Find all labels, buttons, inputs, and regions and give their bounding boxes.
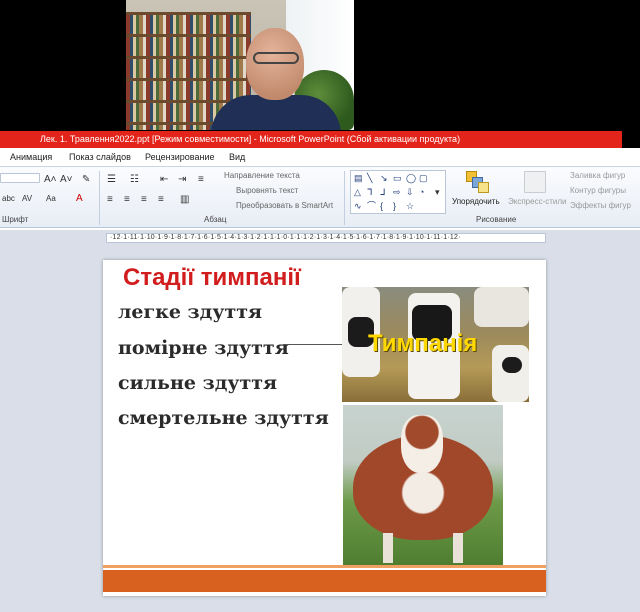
- ribbon-tabs: Анимация Показ слайдов Рецензирование Ви…: [0, 148, 640, 166]
- align-center-icon[interactable]: ≡: [124, 195, 130, 205]
- font-color-icon[interactable]: A: [76, 194, 83, 204]
- cow-leg: [383, 533, 393, 563]
- connector-line: [283, 344, 345, 345]
- group-label-drawing: Рисование: [476, 215, 517, 224]
- align-left-icon[interactable]: ≡: [107, 195, 113, 205]
- convert-smartart-button[interactable]: Преобразовать в SmartArt: [236, 201, 333, 210]
- group-label-font: Шрифт: [2, 215, 29, 224]
- clear-format-icon[interactable]: ✎: [82, 175, 90, 185]
- presenter-body: [211, 95, 341, 130]
- spacing-icon[interactable]: AV: [22, 194, 32, 204]
- justify-icon[interactable]: ≡: [158, 195, 164, 205]
- numbering-icon[interactable]: ☷: [130, 175, 139, 185]
- tab-review[interactable]: Рецензирование: [145, 152, 215, 162]
- ribbon: Анимация Показ слайдов Рецензирование Ви…: [0, 148, 640, 230]
- brace-right-shape-icon[interactable]: }: [393, 201, 396, 211]
- font-size-box[interactable]: [0, 173, 40, 183]
- columns-icon[interactable]: ▥: [180, 195, 189, 205]
- slide-footer-line: [103, 565, 546, 568]
- stage-item-3[interactable]: сильне здуття: [118, 372, 277, 394]
- window-title: Лек. 1. Травлення2022.ppt [Режим совмест…: [0, 131, 622, 148]
- bullets-icon[interactable]: ☰: [107, 175, 116, 185]
- quick-styles-icon[interactable]: [524, 171, 546, 193]
- tab-animation[interactable]: Анимация: [10, 152, 52, 162]
- cow-shape: [474, 287, 529, 327]
- ribbon-body: A˄ A˅ ✎ abc AV Aa A Шрифт ☰ ☷ ⇤ ⇥ ≡ ≡ ≡ …: [0, 166, 640, 228]
- text-direction-button[interactable]: Направление текста: [224, 171, 300, 180]
- slide-footer-bar: [103, 570, 546, 592]
- shape-fill-button[interactable]: Заливка фигур: [570, 171, 625, 180]
- shape-effects-button[interactable]: Эффекты фигур: [570, 201, 631, 210]
- arrow-shape-icon[interactable]: ↘: [380, 173, 388, 183]
- cow-leg: [453, 533, 463, 563]
- curve-shape-icon[interactable]: ∿: [354, 201, 362, 211]
- quick-styles-button[interactable]: Экспресс-стили: [508, 197, 567, 206]
- bloated-cow-photo[interactable]: [343, 405, 503, 567]
- shape-outline-button[interactable]: Контур фигуры: [570, 186, 626, 195]
- separator: [99, 171, 100, 225]
- rounded-rect-shape-icon[interactable]: ▢: [419, 173, 428, 183]
- text-box-shape-icon[interactable]: ▤: [354, 173, 363, 183]
- tab-slideshow[interactable]: Показ слайдов: [69, 152, 131, 162]
- connector-shape-icon[interactable]: ᒣ: [367, 187, 373, 197]
- photo-label[interactable]: Тимпанія: [368, 330, 477, 358]
- rectangle-shape-icon[interactable]: ▭: [393, 173, 402, 183]
- callout-shape-icon[interactable]: ◔: [419, 187, 424, 197]
- triangle-shape-icon[interactable]: △: [354, 187, 361, 197]
- stage-item-2[interactable]: помірне здуття: [118, 337, 289, 359]
- grow-font-icon[interactable]: A˄: [44, 175, 57, 185]
- change-case-icon[interactable]: Aa: [46, 194, 56, 204]
- tab-view[interactable]: Вид: [229, 152, 245, 162]
- star-shape-icon[interactable]: ☆: [406, 201, 414, 211]
- screen: Лек. 1. Травлення2022.ppt [Режим совмест…: [0, 0, 640, 612]
- gallery-more-icon[interactable]: ▾: [435, 187, 440, 197]
- slide-title[interactable]: Стадії тимпанії: [123, 264, 301, 292]
- slide[interactable]: Стадії тимпанії легке здуття помірне зду…: [103, 260, 546, 596]
- group-label-paragraph: Абзац: [204, 215, 227, 224]
- line-spacing-icon[interactable]: ≡: [198, 175, 204, 185]
- stage-item-4[interactable]: смертельне здуття: [118, 407, 329, 429]
- oval-shape-icon[interactable]: ◯: [406, 173, 416, 183]
- right-arrow-shape-icon[interactable]: ⇨: [393, 187, 401, 197]
- webcam-video: [126, 0, 354, 130]
- line-shape-icon[interactable]: ╲: [367, 173, 372, 183]
- bracket-shape-icon[interactable]: {: [380, 201, 383, 211]
- separator: [344, 171, 345, 225]
- cow-head: [401, 415, 443, 473]
- brace-left-shape-icon[interactable]: ⌒: [367, 201, 376, 211]
- align-right-icon[interactable]: ≡: [141, 195, 147, 205]
- horizontal-ruler[interactable]: ·12·1·11·1·10·1·9·1·8·1·7·1·6·1·5·1·4·1·…: [106, 233, 546, 243]
- down-arrow-shape-icon[interactable]: ⇩: [406, 187, 414, 197]
- arrange-icon[interactable]: [466, 171, 490, 193]
- stage-item-1[interactable]: легке здуття: [118, 301, 262, 323]
- align-text-button[interactable]: Выровнять текст: [236, 186, 298, 195]
- indent-icon[interactable]: ⇤: [160, 175, 168, 185]
- shrink-font-icon[interactable]: A˅: [60, 175, 73, 185]
- outdent-icon[interactable]: ⇥: [178, 175, 186, 185]
- elbow-shape-icon[interactable]: ᒧ: [380, 187, 386, 197]
- presenter-head: [246, 28, 304, 100]
- arrange-button[interactable]: Упорядочить: [452, 197, 500, 206]
- strikethrough-icon[interactable]: abc: [2, 194, 15, 204]
- cow-shape: [492, 345, 529, 402]
- shapes-gallery[interactable]: ▤ ╲ ↘ ▭ ◯ ▢ △ ᒣ ᒧ ⇨ ⇩ ◔ ∿ ⌒ { } ☆ ▾: [350, 170, 446, 214]
- glasses: [253, 52, 299, 64]
- slide-editing-area: ·12·1·11·1·10·1·9·1·8·1·7·1·6·1·5·1·4·1·…: [0, 230, 640, 612]
- cow-shape: [502, 357, 522, 373]
